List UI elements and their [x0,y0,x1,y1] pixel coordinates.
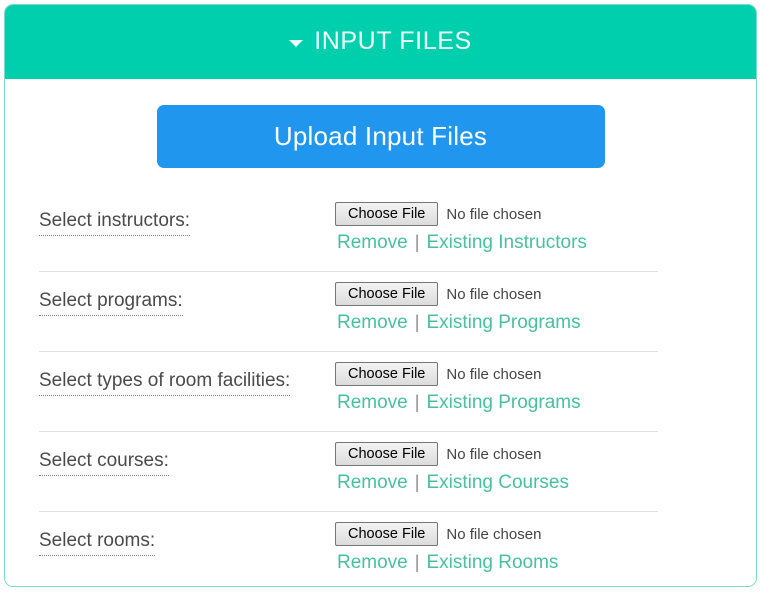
row-control-cell: Choose File No file chosen Remove | Exis… [335,522,658,574]
file-input-line: Choose File No file chosen [335,282,541,306]
file-input-line: Choose File No file chosen [335,522,541,546]
input-files-card: INPUT FILES Upload Input Files Select in… [4,4,757,587]
choose-file-button-programs[interactable]: Choose File [335,282,439,306]
link-separator: | [414,232,420,252]
file-input-line: Choose File No file chosen [335,202,541,226]
existing-link-courses[interactable]: Existing Courses [426,472,569,494]
file-status-room-facilities: No file chosen [446,365,542,383]
link-separator: | [414,392,420,412]
existing-link-rooms[interactable]: Existing Rooms [426,552,558,574]
file-row: Select types of room facilities: Choose … [39,352,658,432]
file-input-line: Choose File No file chosen [335,362,541,386]
file-status-courses: No file chosen [446,445,542,463]
file-rows-list: Select instructors: Choose File No file … [5,192,756,586]
choose-file-button-room-facilities[interactable]: Choose File [335,362,439,386]
remove-link-programs[interactable]: Remove [337,312,408,334]
row-control-cell: Choose File No file chosen Remove | Exis… [335,362,658,414]
remove-link-room-facilities[interactable]: Remove [337,392,408,414]
row-label-cell: Select rooms: [39,522,335,556]
existing-link-instructors[interactable]: Existing Instructors [426,232,587,254]
links-line: Remove | Existing Rooms [335,552,558,574]
remove-link-instructors[interactable]: Remove [337,232,408,254]
page-title: INPUT FILES [314,26,472,55]
upload-input-files-button[interactable]: Upload Input Files [156,105,605,168]
file-row: Select instructors: Choose File No file … [39,192,658,272]
existing-link-programs[interactable]: Existing Programs [426,312,580,334]
file-input-line: Choose File No file chosen [335,442,541,466]
link-separator: | [414,312,420,332]
remove-link-courses[interactable]: Remove [337,472,408,494]
row-control-cell: Choose File No file chosen Remove | Exis… [335,202,658,254]
row-control-cell: Choose File No file chosen Remove | Exis… [335,442,658,494]
input-files-header[interactable]: INPUT FILES [5,5,756,79]
row-control-cell: Choose File No file chosen Remove | Exis… [335,282,658,334]
links-line: Remove | Existing Courses [335,472,569,494]
link-separator: | [414,552,420,572]
row-label-room-facilities: Select types of room facilities: [39,370,291,396]
choose-file-button-courses[interactable]: Choose File [335,442,439,466]
file-status-programs: No file chosen [446,285,542,303]
row-label-cell: Select instructors: [39,202,335,236]
header-inner: INPUT FILES [289,27,472,56]
file-row: Select rooms: Choose File No file chosen… [39,512,658,586]
file-row: Select programs: Choose File No file cho… [39,272,658,352]
file-status-rooms: No file chosen [446,525,542,543]
existing-link-room-facilities[interactable]: Existing Programs [426,392,580,414]
row-label-instructors: Select instructors: [39,210,190,236]
row-label-cell: Select courses: [39,442,335,476]
file-status-instructors: No file chosen [446,205,542,223]
file-row: Select courses: Choose File No file chos… [39,432,658,512]
row-label-cell: Select types of room facilities: [39,362,335,396]
row-label-programs: Select programs: [39,290,183,316]
row-label-rooms: Select rooms: [39,530,156,556]
link-separator: | [414,472,420,492]
choose-file-button-instructors[interactable]: Choose File [335,202,439,226]
links-line: Remove | Existing Programs [335,392,581,414]
links-line: Remove | Existing Programs [335,312,581,334]
upload-button-wrap: Upload Input Files [5,79,756,192]
row-label-courses: Select courses: [39,450,169,476]
caret-down-icon[interactable] [289,39,304,47]
links-line: Remove | Existing Instructors [335,232,587,254]
choose-file-button-rooms[interactable]: Choose File [335,522,439,546]
remove-link-rooms[interactable]: Remove [337,552,408,574]
input-files-body: Upload Input Files Select instructors: C… [5,79,756,586]
row-label-cell: Select programs: [39,282,335,316]
